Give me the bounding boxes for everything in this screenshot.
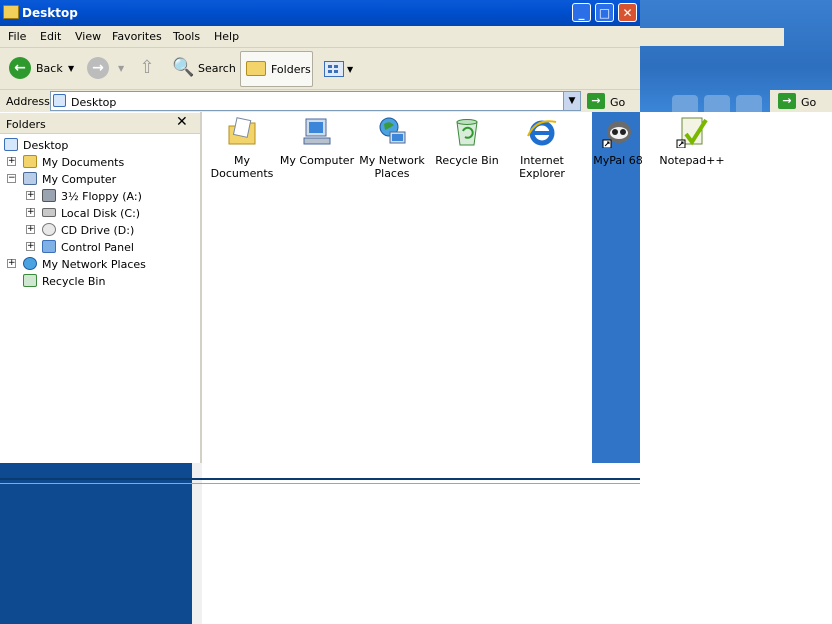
- tree-item-my-computer[interactable]: My Computer: [42, 173, 116, 186]
- tree-item-local-disk[interactable]: Local Disk (C:): [61, 207, 140, 220]
- forward-arrow-icon[interactable]: →: [87, 57, 109, 79]
- network-places-icon: [23, 257, 37, 270]
- desktop-item-label: My Computer: [279, 154, 355, 167]
- folders-button-label: Folders: [271, 63, 311, 76]
- title-bar[interactable]: [0, 0, 640, 26]
- desktop-item-label: Notepad++: [659, 154, 725, 167]
- expand-icon[interactable]: +: [26, 191, 35, 200]
- search-icon[interactable]: 🔍: [172, 57, 194, 79]
- desktop-item-recycle-bin[interactable]: Recycle Bin: [427, 116, 507, 180]
- menu-bar-extension: [640, 28, 784, 46]
- desktop-item-label: My Documents: [210, 154, 274, 180]
- up-folder-icon[interactable]: ⇧: [137, 57, 157, 79]
- address-dropdown-icon[interactable]: ▼: [563, 92, 580, 110]
- divider: [0, 483, 640, 484]
- my-computer-icon: [303, 118, 331, 145]
- desktop-item-notepadpp[interactable]: Notepad++: [652, 116, 732, 170]
- search-button[interactable]: Search: [198, 62, 236, 75]
- menu-tools[interactable]: Tools: [173, 30, 200, 43]
- desktop-item-label: Recycle Bin: [435, 154, 499, 167]
- back-dropdown-icon[interactable]: ▼: [68, 64, 74, 73]
- views-icon[interactable]: [324, 61, 344, 77]
- back-arrow-icon[interactable]: ←: [9, 57, 31, 79]
- minimize-button[interactable]: _: [572, 3, 591, 22]
- mypal-icon: [602, 121, 631, 148]
- tree-item-desktop[interactable]: Desktop: [23, 139, 68, 152]
- close-icon[interactable]: ✕: [176, 114, 188, 130]
- control-panel-icon: [42, 240, 56, 253]
- expand-icon[interactable]: +: [7, 157, 16, 166]
- menu-file[interactable]: File: [8, 30, 26, 43]
- desktop-item-internet-explorer[interactable]: Internet Explorer: [502, 116, 582, 180]
- my-documents-icon: [23, 155, 37, 168]
- tree-item-network-places[interactable]: My Network Places: [42, 258, 146, 271]
- tree-item-cd-drive[interactable]: CD Drive (D:): [61, 224, 134, 237]
- recycle-bin-icon: [456, 119, 478, 146]
- folder-icon: [246, 61, 266, 76]
- go-button-duplicate[interactable]: Go: [801, 96, 816, 109]
- cd-drive-icon: [42, 223, 56, 236]
- network-places-icon: [379, 117, 406, 144]
- close-button[interactable]: ✕: [618, 3, 637, 22]
- desktop-item-mypal[interactable]: MyPal 68: [590, 116, 646, 170]
- expand-icon[interactable]: +: [26, 208, 35, 217]
- desktop-item-label: My Network Places: [359, 154, 425, 180]
- expand-icon[interactable]: +: [7, 259, 16, 268]
- floppy-drive-icon: [42, 189, 56, 202]
- notepadpp-icon: [676, 117, 708, 148]
- address-label: Address: [6, 95, 50, 108]
- back-button[interactable]: Back: [36, 62, 63, 75]
- divider: [0, 478, 640, 480]
- tree-item-recycle-bin[interactable]: Recycle Bin: [42, 275, 105, 288]
- my-computer-icon: [23, 172, 37, 185]
- menu-edit[interactable]: Edit: [40, 30, 61, 43]
- go-button[interactable]: Go: [610, 96, 625, 109]
- desktop-item-network-places[interactable]: My Network Places: [352, 116, 432, 180]
- address-value[interactable]: Desktop: [71, 96, 116, 109]
- desktop-item-label: Internet Explorer: [519, 154, 565, 180]
- recycle-bin-icon: [23, 274, 37, 287]
- address-input[interactable]: [50, 91, 581, 111]
- menu-help[interactable]: Help: [214, 30, 239, 43]
- menu-view[interactable]: View: [75, 30, 101, 43]
- my-documents-icon: [228, 117, 256, 145]
- folders-pane-title: Folders: [6, 118, 46, 131]
- tree-item-control-panel[interactable]: Control Panel: [61, 241, 134, 254]
- tree-item-my-documents[interactable]: My Documents: [42, 156, 124, 169]
- desktop-item-my-documents[interactable]: My Documents: [202, 116, 282, 180]
- menu-favorites[interactable]: Favorites: [112, 30, 162, 43]
- internet-explorer-icon: [527, 120, 557, 146]
- desktop-icon: [53, 94, 66, 107]
- views-dropdown-icon[interactable]: ▼: [347, 65, 353, 74]
- expand-icon[interactable]: +: [26, 242, 35, 251]
- expand-icon[interactable]: +: [26, 225, 35, 234]
- desktop-item-label: MyPal 68: [593, 154, 643, 167]
- window-title: Desktop: [22, 6, 78, 20]
- go-arrow-icon[interactable]: →: [778, 93, 796, 109]
- go-arrow-icon[interactable]: →: [587, 93, 605, 109]
- maximize-button[interactable]: □: [595, 3, 614, 22]
- folder-icon: [3, 5, 19, 19]
- desktop-item-my-computer[interactable]: My Computer: [277, 116, 357, 180]
- tree-item-floppy[interactable]: 3½ Floppy (A:): [61, 190, 142, 203]
- content-area-lower: [202, 484, 832, 624]
- desktop-background-lower: [0, 463, 192, 624]
- hard-disk-icon: [42, 208, 56, 217]
- desktop-icon: [4, 138, 18, 151]
- forward-dropdown-icon[interactable]: ▼: [118, 64, 124, 73]
- collapse-icon[interactable]: −: [7, 174, 16, 183]
